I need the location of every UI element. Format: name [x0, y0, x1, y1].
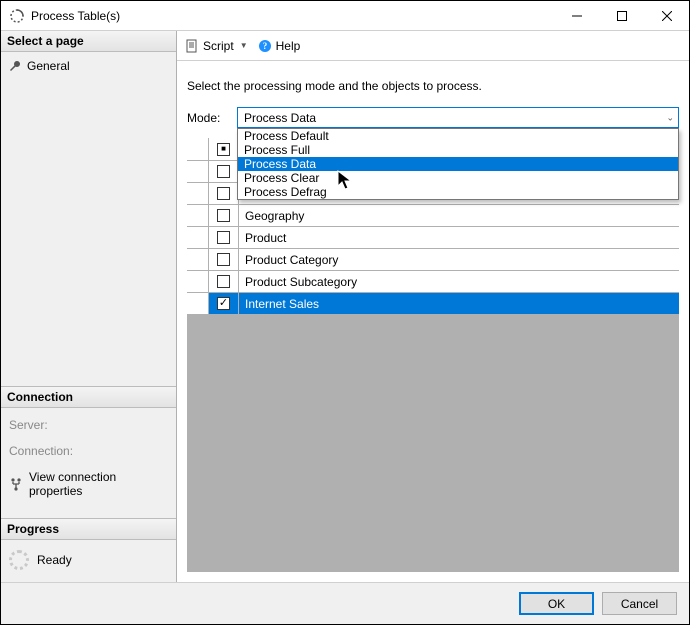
mode-option-defrag[interactable]: Process Defrag — [238, 185, 678, 199]
progress-spinner-icon — [9, 550, 29, 570]
row-checkbox[interactable] — [217, 275, 230, 288]
svg-text:?: ? — [262, 41, 267, 51]
row-check-cell[interactable] — [209, 293, 239, 314]
row-name: Geography — [239, 205, 679, 226]
mode-combobox[interactable]: Process Data ⌄ Process Default Process F… — [237, 107, 679, 128]
help-button[interactable]: ? Help — [258, 39, 301, 53]
mode-option-data[interactable]: Process Data — [238, 157, 678, 171]
row-gutter — [187, 161, 209, 182]
mode-label: Mode: — [187, 111, 227, 125]
chevron-down-icon: ⌄ — [666, 112, 674, 123]
row-check-cell[interactable] — [209, 161, 239, 182]
mode-dropdown-list: Process Default Process Full Process Dat… — [237, 128, 679, 200]
row-gutter — [187, 183, 209, 204]
select-all-checkbox[interactable] — [217, 143, 230, 156]
row-name: Product Category — [239, 249, 679, 270]
ok-button-label: OK — [548, 597, 565, 611]
row-gutter — [187, 293, 209, 314]
row-check-cell[interactable] — [209, 183, 239, 204]
toolbar: Script ▼ ? Help — [177, 31, 689, 61]
window-title: Process Table(s) — [31, 9, 554, 23]
view-connection-properties-label: View connection properties — [29, 470, 168, 498]
mode-selected-value: Process Data — [244, 111, 316, 125]
progress-section: Ready — [1, 540, 176, 582]
dialog-body: Select a page General Connection Server:… — [1, 31, 689, 582]
mode-option-full[interactable]: Process Full — [238, 143, 678, 157]
left-panel: Select a page General Connection Server:… — [1, 31, 177, 582]
row-checkbox[interactable] — [217, 297, 230, 310]
table-row[interactable]: Product Subcategory — [187, 270, 679, 292]
table-row[interactable]: Geography — [187, 204, 679, 226]
row-gutter — [187, 249, 209, 270]
mode-option-default[interactable]: Process Default — [238, 129, 678, 143]
app-icon — [9, 8, 25, 24]
script-button[interactable]: Script ▼ — [185, 39, 248, 53]
row-checkbox[interactable] — [217, 253, 230, 266]
row-checkbox[interactable] — [217, 187, 230, 200]
script-label: Script — [203, 39, 234, 53]
connection-label: Connection: — [7, 438, 170, 464]
mode-option-clear[interactable]: Process Clear — [238, 171, 678, 185]
row-name: Product Subcategory — [239, 271, 679, 292]
process-tables-dialog: Process Table(s) Select a page — [0, 0, 690, 625]
window-controls — [554, 1, 689, 30]
connection-header: Connection — [1, 386, 176, 408]
page-item-label: General — [27, 59, 70, 73]
help-label: Help — [276, 39, 301, 53]
row-gutter — [187, 271, 209, 292]
script-dropdown-caret[interactable]: ▼ — [240, 41, 248, 50]
table-row[interactable]: Product Category — [187, 248, 679, 270]
main-panel: Script ▼ ? Help Select the processing mo… — [177, 31, 689, 582]
mode-row: Mode: Process Data ⌄ Process Default Pro… — [177, 107, 689, 138]
server-label: Server: — [7, 412, 170, 438]
row-checkbox[interactable] — [217, 231, 230, 244]
help-icon: ? — [258, 39, 272, 53]
maximize-button[interactable] — [599, 1, 644, 30]
cancel-button[interactable]: Cancel — [602, 592, 677, 615]
page-list: General — [1, 52, 176, 80]
cancel-button-label: Cancel — [621, 597, 658, 611]
close-button[interactable] — [644, 1, 689, 30]
table-row[interactable]: Internet Sales — [187, 292, 679, 314]
select-page-header: Select a page — [1, 31, 176, 52]
row-name: Product — [239, 227, 679, 248]
row-check-cell[interactable] — [209, 271, 239, 292]
progress-status: Ready — [37, 553, 72, 567]
title-bar: Process Table(s) — [1, 1, 689, 31]
progress-header: Progress — [1, 518, 176, 540]
objects-grid: Customer Date Geography — [187, 138, 679, 572]
wrench-icon — [9, 60, 21, 72]
row-check-cell[interactable] — [209, 249, 239, 270]
script-icon — [185, 39, 199, 53]
connection-icon — [9, 477, 23, 491]
row-checkbox[interactable] — [217, 165, 230, 178]
row-checkbox[interactable] — [217, 209, 230, 222]
row-gutter — [187, 227, 209, 248]
row-gutter — [187, 205, 209, 226]
table-row[interactable]: Product — [187, 226, 679, 248]
row-check-cell[interactable] — [209, 227, 239, 248]
minimize-button[interactable] — [554, 1, 599, 30]
dialog-footer: OK Cancel — [1, 582, 689, 624]
grid-header-check-cell[interactable] — [209, 138, 239, 160]
view-connection-properties[interactable]: View connection properties — [7, 464, 170, 504]
instruction-text: Select the processing mode and the objec… — [177, 61, 689, 107]
row-name: Internet Sales — [239, 293, 679, 314]
row-check-cell[interactable] — [209, 205, 239, 226]
grid-header-gutter — [187, 138, 209, 160]
page-item-general[interactable]: General — [7, 56, 170, 76]
connection-section: Server: Connection: View connection prop… — [1, 408, 176, 518]
ok-button[interactable]: OK — [519, 592, 594, 615]
